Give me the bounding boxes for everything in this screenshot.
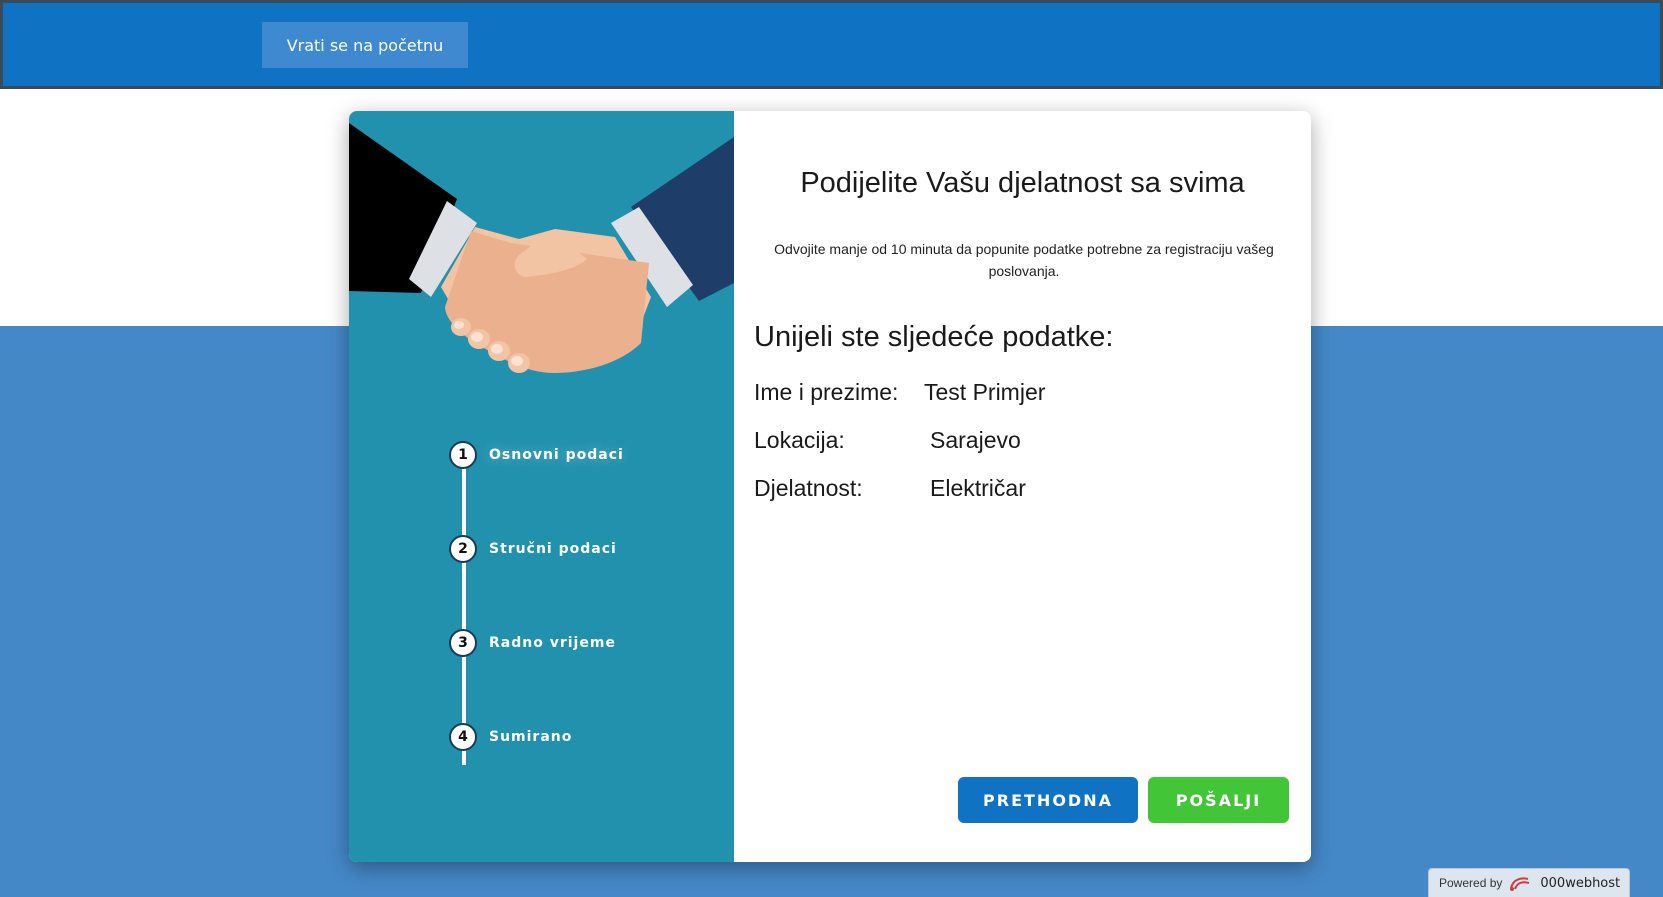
summary-row-location: Lokacija: Sarajevo [754,427,1021,454]
step-label: Osnovni podaci [489,447,624,463]
field-value: Električar [930,475,1026,501]
field-label: Ime i prezime: [754,379,899,405]
step-number: 2 [449,535,477,563]
step-number: 3 [449,629,477,657]
top-navbar: Vrati se na početnu [0,0,1663,89]
steps-panel: 1 Osnovni podaci 2 Stručni podaci 3 Radn… [349,111,734,862]
form-subtitle: Odvojite manje od 10 minuta da popunite … [774,241,1274,279]
summary-heading: Unijeli ste sljedeće podatke: [754,321,1114,353]
step-item-strucni-podaci[interactable]: 2 Stručni podaci [449,535,617,563]
field-value: Test Primjer [924,379,1046,405]
step-connector-line [462,467,466,765]
powered-by-badge[interactable]: Powered by 000webhost [1428,868,1630,897]
step-item-radno-vrijeme[interactable]: 3 Radno vrijeme [449,629,616,657]
home-button[interactable]: Vrati se na početnu [262,22,468,68]
powered-by-text: Powered by [1439,876,1503,890]
field-label: Lokacija: [754,427,845,453]
step-item-osnovni-podaci[interactable]: 1 Osnovni podaci [449,441,624,469]
webhost-brand: 000webhost [1540,875,1621,891]
step-number: 1 [449,441,477,469]
step-label: Sumirano [489,729,573,745]
step-number: 4 [449,723,477,751]
handshake-illustration [349,123,734,373]
step-label: Radno vrijeme [489,635,616,651]
field-label: Djelatnost: [754,475,863,501]
step-label: Stručni podaci [489,541,617,557]
field-value: Sarajevo [930,427,1021,453]
previous-button[interactable]: PRETHODNA [958,777,1138,823]
registration-card: 1 Osnovni podaci 2 Stručni podaci 3 Radn… [349,111,1311,862]
submit-button[interactable]: POŠALJI [1148,777,1289,823]
form-title: Podijelite Vašu djelatnost sa svima [800,167,1245,199]
summary-row-occupation: Djelatnost: Električar [754,475,1026,502]
webhost-logo-icon [1510,877,1530,891]
summary-row-name: Ime i prezime: Test Primjer [754,379,1045,406]
step-item-sumirano[interactable]: 4 Sumirano [449,723,572,751]
summary-panel: Podijelite Vašu djelatnost sa svima Odvo… [734,111,1311,862]
